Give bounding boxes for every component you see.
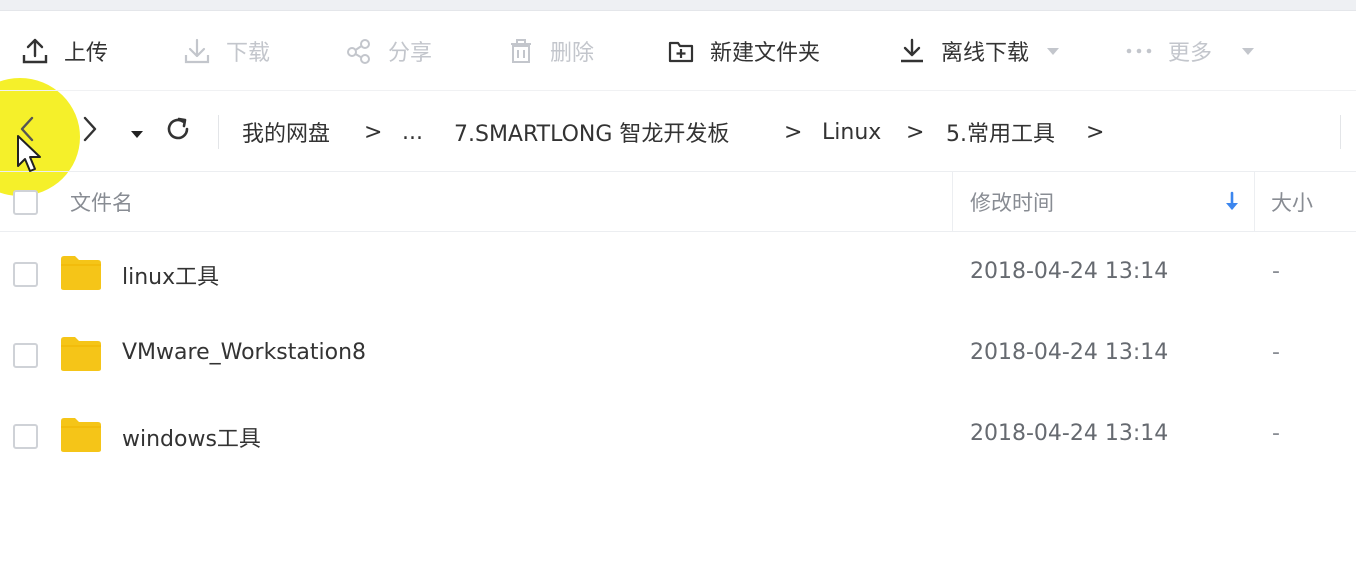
file-size: -: [1272, 259, 1280, 284]
new-folder-button[interactable]: 新建文件夹: [666, 12, 820, 90]
file-row[interactable]: windows工具 2018-04-24 13:14 -: [0, 395, 1356, 476]
new-folder-label: 新建文件夹: [710, 41, 821, 66]
column-header-size[interactable]: 大小: [1271, 172, 1313, 232]
column-separator[interactable]: [952, 172, 953, 232]
download-icon: [182, 36, 212, 66]
share-label: 分享: [388, 41, 433, 66]
breadcrumb-separator: >: [1086, 119, 1105, 145]
history-dropdown-icon: [130, 120, 144, 145]
file-name[interactable]: linux工具: [122, 259, 219, 291]
more-caret-icon[interactable]: [1242, 47, 1255, 55]
share-button[interactable]: 分享: [344, 12, 432, 90]
breadcrumb-ellipsis[interactable]: ...: [402, 91, 423, 173]
nav-divider: [218, 115, 219, 149]
more-dots-icon: [1124, 36, 1154, 66]
refresh-icon: [164, 115, 192, 149]
file-modified: 2018-04-24 13:14: [970, 259, 1169, 284]
sort-desc-icon[interactable]: [1224, 172, 1240, 232]
more-button[interactable]: 更多: [1124, 12, 1255, 90]
file-name[interactable]: windows工具: [122, 421, 261, 453]
top-strip: [0, 0, 1356, 11]
select-all-checkbox[interactable]: [13, 190, 38, 215]
file-size: -: [1272, 421, 1280, 446]
toolbar: 上传 下载 分享 删除 新建文件夹 离线下载 更多: [0, 12, 1356, 90]
forward-arrow-icon: [80, 115, 100, 149]
file-row[interactable]: linux工具 2018-04-24 13:14 -: [0, 233, 1356, 314]
folder-icon: [61, 337, 101, 371]
breadcrumb-bar: 我的网盘 > ... 7.SMARTLONG 智龙开发板 > Linux > 5…: [0, 90, 1356, 172]
offline-download-icon: [897, 36, 927, 66]
mouse-cursor-icon: [17, 135, 41, 172]
row-checkbox[interactable]: [13, 424, 38, 449]
file-modified: 2018-04-24 13:14: [970, 340, 1169, 365]
column-header-modified[interactable]: 修改时间: [970, 172, 1054, 232]
breadcrumb-root[interactable]: 我的网盘: [242, 91, 330, 173]
column-separator[interactable]: [1254, 172, 1255, 232]
download-label: 下载: [226, 41, 271, 66]
offline-download-caret-icon[interactable]: [1047, 47, 1060, 55]
file-modified: 2018-04-24 13:14: [970, 421, 1169, 446]
download-button[interactable]: 下载: [182, 12, 270, 90]
file-size: -: [1272, 340, 1280, 365]
breadcrumb-item-tools: 5.常用工具: [946, 122, 1055, 147]
breadcrumb-separator: >: [906, 119, 925, 145]
row-checkbox[interactable]: [13, 262, 38, 287]
row-checkbox[interactable]: [13, 343, 38, 368]
trash-icon: [506, 36, 536, 66]
delete-button[interactable]: 删除: [506, 12, 594, 90]
new-folder-icon: [666, 36, 696, 66]
upload-button[interactable]: 上传: [20, 12, 108, 90]
column-header-name[interactable]: 文件名: [70, 172, 133, 232]
breadcrumb-separator: >: [784, 119, 803, 145]
refresh-button[interactable]: [164, 91, 192, 173]
file-list-header: 文件名 修改时间 大小: [0, 172, 1356, 232]
history-dropdown[interactable]: [130, 91, 144, 173]
file-name[interactable]: VMware_Workstation8: [122, 340, 366, 365]
breadcrumb-item-smartlong[interactable]: 7.SMARTLONG 智龙开发板: [454, 91, 729, 173]
forward-button[interactable]: [80, 91, 100, 173]
nav-divider: [1340, 115, 1341, 149]
share-icon: [344, 36, 374, 66]
upload-label: 上传: [64, 41, 109, 66]
folder-icon: [61, 418, 101, 452]
breadcrumb-separator: >: [364, 119, 383, 145]
folder-icon: [61, 256, 101, 290]
upload-icon: [20, 36, 50, 66]
breadcrumb-item-linux[interactable]: Linux: [822, 91, 881, 173]
file-row[interactable]: VMware_Workstation8 2018-04-24 13:14 -: [0, 314, 1356, 395]
offline-download-button[interactable]: 离线下载: [897, 12, 1060, 90]
delete-label: 删除: [550, 41, 595, 66]
more-label: 更多: [1168, 41, 1213, 66]
offline-download-label: 离线下载: [941, 41, 1030, 66]
